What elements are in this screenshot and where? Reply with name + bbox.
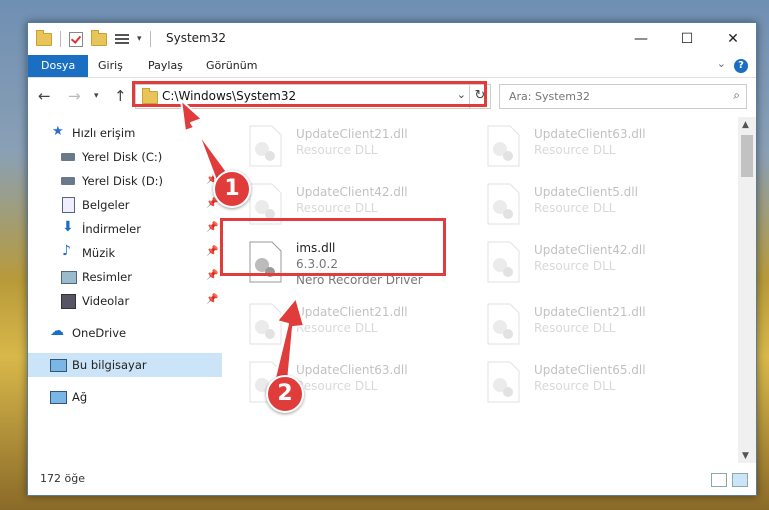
annotation-arrows [180,99,305,382]
arrow-2 [274,297,305,382]
step-2-badge: 2 [266,375,304,413]
step-1-badge: 1 [213,170,251,208]
